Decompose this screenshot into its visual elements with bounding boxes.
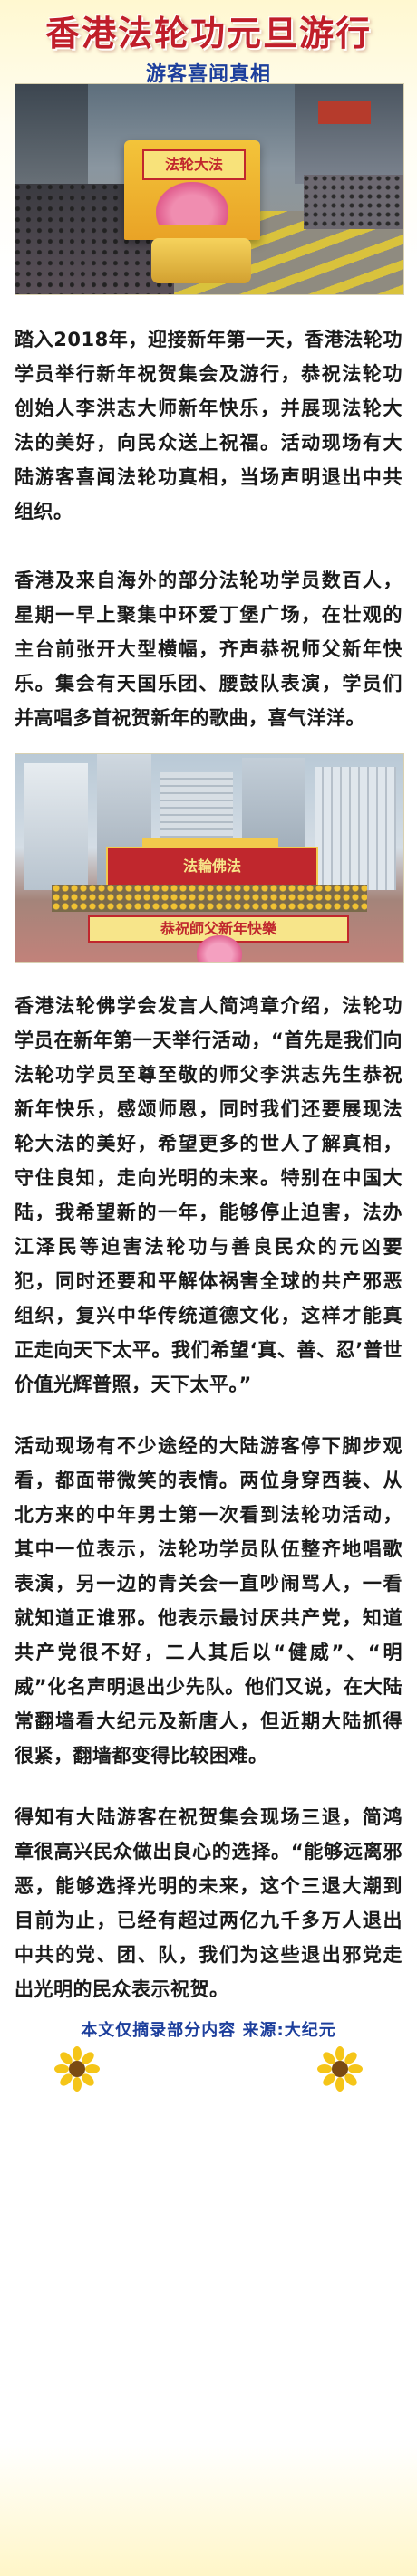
paragraph-1: 踏入2018年，迎接新年第一天，香港法轮功学员举行新年祝贺集会及游行，恭祝法轮功… <box>15 329 402 522</box>
lotus-decoration <box>156 182 228 225</box>
paragraph-5: 得知有大陆游客在祝贺集会现场三退，简鸿章很高兴民众做出良心的选择。“能够远离邪恶… <box>15 1806 402 2000</box>
paragraph-2: 香港及来自海外的部分法轮功学员数百人，星期一早上聚集中环爱丁堡广场，在壮观的主台… <box>15 570 402 729</box>
footer-decoration <box>0 2041 417 2104</box>
float-vehicle <box>151 238 251 283</box>
stage-sign: 法輪佛法 <box>106 847 318 886</box>
page: 香港法轮功元旦游行 游客喜闻真相 法轮大法 踏入2018年，迎接新年第一天，香港… <box>0 0 417 2576</box>
lotus-decoration <box>197 935 242 962</box>
header: 香港法轮功元旦游行 游客喜闻真相 <box>0 0 417 86</box>
crowd <box>52 885 367 912</box>
building <box>24 763 88 890</box>
building-left <box>15 84 88 193</box>
building-right <box>295 84 403 184</box>
parade-photo: 法轮大法 <box>15 83 404 295</box>
source-note: 本文仅摘录部分内容 来源:大纪元 <box>81 2021 336 2040</box>
paragraph-3: 香港法轮佛学会发言人简鸿章介绍，法轮功学员在新年第一天举行活动，“首先是我们向法… <box>15 995 402 1395</box>
sunflower-icon <box>54 2046 100 2092</box>
crowd-right <box>304 175 403 229</box>
building <box>315 767 396 890</box>
float-sign: 法轮大法 <box>142 149 246 180</box>
page-title: 香港法轮功元旦游行 <box>44 14 372 53</box>
paragraph-4: 活动现场有不少途经的大陆游客停下脚步观看，都面带微笑的表情。两位身穿西装、从北方… <box>15 1435 402 1767</box>
sunflower-icon <box>317 2046 363 2092</box>
gathering-photo: 法輪佛法 恭祝師父新年快樂 <box>15 753 404 963</box>
shop-sign <box>318 101 371 124</box>
